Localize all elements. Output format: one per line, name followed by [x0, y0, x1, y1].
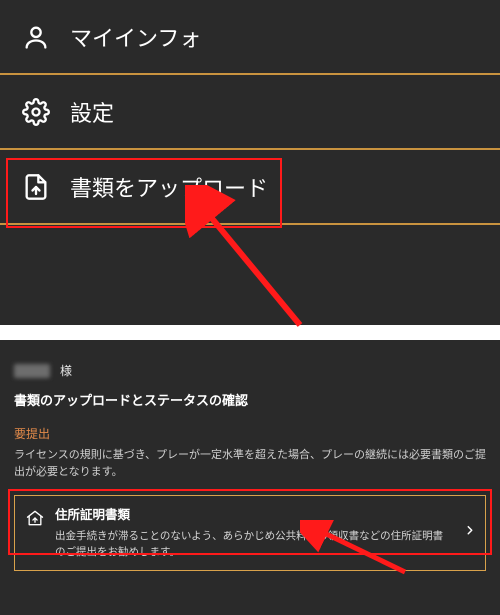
chevron-right-icon — [463, 524, 477, 544]
user-greeting: 様 — [14, 362, 486, 381]
house-upload-icon — [25, 508, 45, 528]
image-separator — [0, 325, 500, 340]
card-title: 住所証明書類 — [55, 506, 449, 525]
section-heading: 書類のアップロードとステータスの確認 — [14, 391, 486, 411]
menu-label: マイインフォ — [70, 21, 201, 53]
card-description: 出金手続きが滞ることのないよう、あらかじめ公共料金の領収書などの住所証明書のご提… — [55, 528, 449, 561]
menu-item-upload[interactable]: 書類をアップロード — [0, 150, 500, 223]
menu-item-myinfo[interactable]: マイインフォ — [0, 0, 500, 73]
sidebar-menu: マイインフォ 設定 書類をアップロード — [0, 0, 500, 325]
honorific: 様 — [60, 362, 72, 381]
document-card-address-proof[interactable]: 住所証明書類 出金手続きが滞ることのないよう、あらかじめ公共料金の領収書などの住… — [14, 495, 486, 571]
user-icon — [20, 21, 52, 53]
required-label: 要提出 — [14, 425, 486, 444]
username-redacted — [14, 364, 50, 378]
document-upload-panel: 様 書類のアップロードとステータスの確認 要提出 ライセンスの規則に基づき、プレ… — [0, 340, 500, 615]
menu-label: 設定 — [70, 96, 114, 128]
menu-label: 書類をアップロード — [70, 171, 268, 203]
license-notice: ライセンスの規則に基づき、プレーが一定水準を超えた場合、プレーの継続には必要書類… — [14, 447, 486, 481]
menu-item-settings[interactable]: 設定 — [0, 75, 500, 148]
gear-icon — [20, 96, 52, 128]
file-upload-icon — [20, 171, 52, 203]
